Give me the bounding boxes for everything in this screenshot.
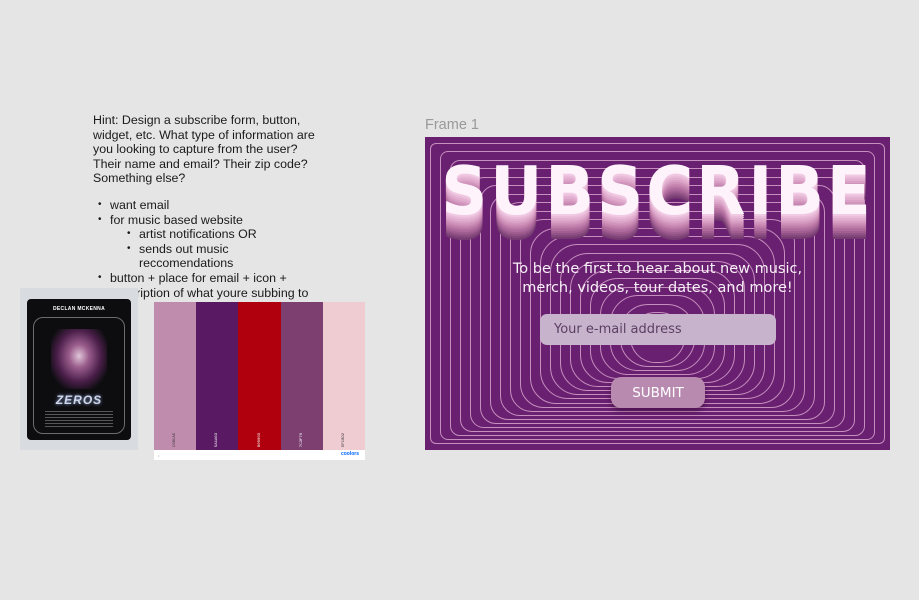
swatch-hex-label: 5A1A63 (215, 432, 220, 448)
hint-sub-bullet: artist notifications OR (122, 227, 318, 242)
swatch-hex-label: 7C3F70 (299, 432, 304, 448)
hint-sub-bullet-list: artist notifications OR sends out music … (110, 227, 318, 271)
palette-swatch: 5A1A63 (196, 302, 239, 450)
hint-bullet-list: want email for music based website artis… (93, 198, 318, 300)
tagline-line: To be the first to hear about new music, (512, 261, 803, 277)
palette-footer: • coolors (154, 450, 365, 460)
color-palette-image[interactable]: C08CAE 5A1A63 B0000D 7C3F70 EFCBD2 • coo… (154, 302, 366, 460)
hint-paragraph: Hint: Design a subscribe form, button, w… (93, 113, 315, 186)
palette-swatch: EFCBD2 (322, 302, 366, 450)
hint-text: Hint: Design a subscribe form, button, w… (93, 113, 318, 300)
hint-bullet-text: for music based website (110, 212, 243, 227)
poster-credits (45, 411, 113, 429)
swatch-hex-label: EFCBD2 (341, 432, 346, 448)
hint-bullet: for music based website artist notificat… (93, 213, 318, 271)
palette-swatch: B0000D (238, 302, 281, 450)
poster-title: ZEROS (55, 393, 103, 407)
hint-bullet: want email (93, 198, 318, 213)
tagline-line: merch, videos, tour dates, and more! (522, 279, 793, 296)
subscribe-tagline: To be the first to hear about new music,… (485, 260, 830, 297)
palette-swatch: 7C3F70 (280, 302, 323, 450)
hint-sub-bullet: sends out music reccomendations (122, 242, 318, 271)
poster-artwork: DECLAN MCKENNA ZEROS (27, 299, 131, 440)
submit-button[interactable]: SUBMIT (611, 377, 705, 408)
poster-figure-image (51, 329, 107, 389)
swatch-hex-label: B0000D (257, 432, 262, 448)
frame-label[interactable]: Frame 1 (425, 117, 479, 133)
subscribe-frame[interactable]: SUBSCRIBE To be the first to hear about … (425, 137, 890, 450)
palette-swatches: C08CAE 5A1A63 B0000D 7C3F70 EFCBD2 (154, 302, 366, 450)
palette-footer-dot: • (158, 453, 160, 458)
coolors-logo: coolors (340, 451, 359, 457)
email-input[interactable] (540, 314, 776, 345)
poster-artist-name: DECLAN MCKENNA (53, 306, 105, 312)
palette-swatch: C08CAE (154, 302, 197, 450)
album-poster-image[interactable]: DECLAN MCKENNA ZEROS (20, 288, 138, 450)
subscribe-heading: SUBSCRIBE (441, 153, 874, 231)
swatch-hex-label: C08CAE (173, 432, 178, 448)
